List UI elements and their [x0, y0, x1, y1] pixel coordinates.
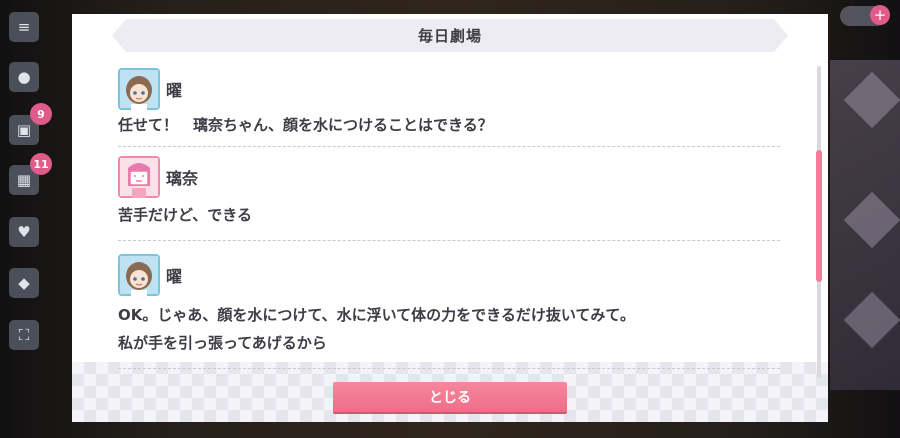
- dialogue-list[interactable]: 曜 任せて！ 璃奈ちゃん、顔を水につけることはできる？ 璃奈 苦手だけど、できる…: [118, 64, 780, 374]
- scrollbar-thumb[interactable]: [816, 150, 822, 282]
- dialogue-line: 苦手だけど、できる: [118, 206, 252, 224]
- expand-icon[interactable]: ⛶: [9, 320, 39, 350]
- dialogue-entry: 曜 OK。じゃあ、顔を水につけて、水に浮いて体の力をできるだけ抜いてみて。 私が…: [118, 241, 780, 369]
- daily-theater-dialog: 毎日劇場 曜 任せて！ 璃奈ちゃん、顔を水につけることはできる？ 璃奈 苦手だけ…: [72, 14, 828, 422]
- you-avatar: [118, 254, 160, 296]
- dialogue-line: OK。じゃあ、顔を水につけて、水に浮いて体の力をできるだけ抜いてみて。: [118, 306, 635, 324]
- gift-badge: 11: [30, 153, 52, 175]
- speaker-name: 璃奈: [166, 169, 199, 188]
- you-avatar: [118, 68, 160, 110]
- dialogue-entry: 璃奈 苦手だけど、できる: [118, 147, 780, 241]
- dialog-title-bar: 毎日劇場: [112, 19, 788, 52]
- chat-icon[interactable]: ●: [9, 62, 39, 92]
- dialogue-line: 任せて！ 璃奈ちゃん、顔を水につけることはできる？: [118, 116, 493, 134]
- rina-avatar: [118, 156, 160, 198]
- menu-icon[interactable]: ≡: [9, 12, 39, 42]
- dialog-title: 毎日劇場: [417, 27, 482, 45]
- present-badge: 9: [30, 103, 52, 125]
- shirt-icon[interactable]: ◆: [9, 268, 39, 298]
- speaker-name: 曜: [166, 81, 183, 100]
- dialogue-line: 私が手を引っ張ってあげるから: [118, 334, 327, 352]
- add-currency-icon[interactable]: +: [870, 5, 890, 25]
- close-button[interactable]: とじる: [333, 382, 567, 412]
- dialogue-entry: 曜 任せて！ 璃奈ちゃん、顔を水につけることはできる？: [118, 64, 780, 147]
- speaker-name: 曜: [166, 267, 183, 286]
- heart-icon[interactable]: ♥: [9, 217, 39, 247]
